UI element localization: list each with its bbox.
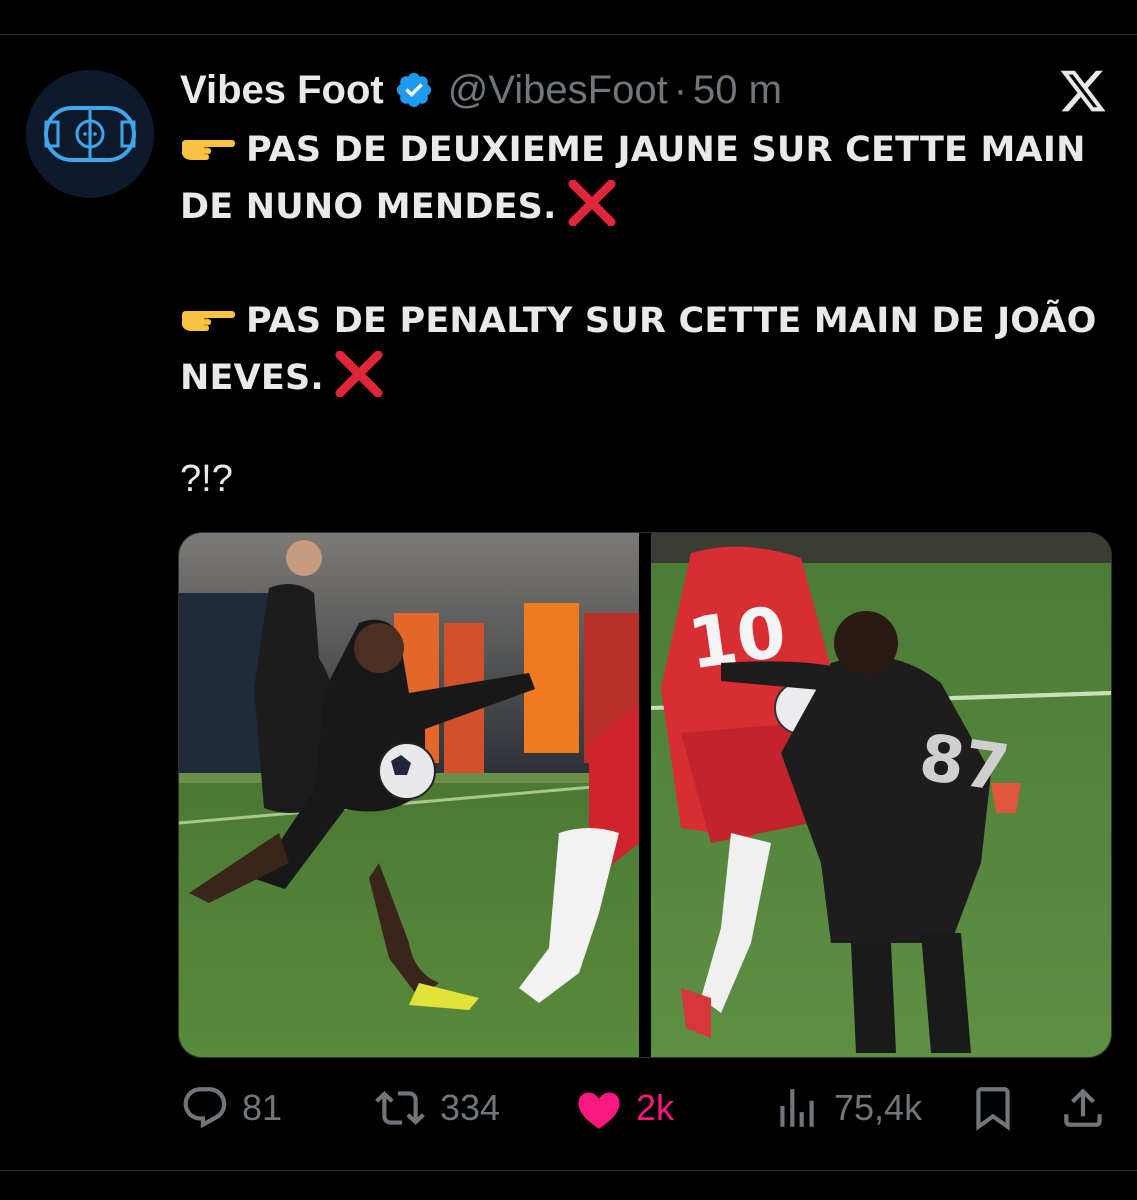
reply-button[interactable]: 81 (180, 1080, 282, 1136)
heart-filled-icon (578, 1092, 620, 1129)
like-button[interactable]: 2k (574, 1080, 674, 1136)
action-bar: 81 334 2k 75,4k (0, 1080, 1137, 1136)
display-name[interactable]: Vibes Foot (180, 68, 384, 113)
bookmark-icon (976, 1087, 1010, 1131)
views-count: 75,4k (834, 1087, 923, 1128)
cross-mark-icon (568, 180, 616, 226)
top-divider (0, 34, 1137, 35)
views-chart-icon (780, 1089, 814, 1127)
paragraph-1-text: PAS DE DEUXIEME JAUNE SUR CETTE MAIN DE … (180, 130, 1086, 227)
repost-icon (375, 1091, 425, 1125)
separator-dot: · (673, 67, 688, 112)
reply-icon (183, 1087, 227, 1129)
views-button[interactable]: 75,4k (772, 1080, 922, 1136)
tweet-paragraph-2: PAS DE PENALTY SUR CETTE MAIN DE JOÃO NE… (180, 293, 1110, 407)
tweet-header: Vibes Foot @VibesFoot · 50 m (180, 66, 782, 114)
stadium-logo-icon (44, 106, 136, 162)
tweet-closing: ?!? (180, 458, 233, 500)
timestamp[interactable]: 50 m (693, 68, 782, 113)
pointing-hand-icon (182, 311, 235, 331)
cross-mark-icon (335, 351, 383, 397)
verified-badge-icon (394, 70, 434, 110)
share-button[interactable] (1058, 1080, 1120, 1136)
media-photo-2[interactable]: 10 87 (651, 533, 1111, 1057)
media-photo-1[interactable] (179, 533, 639, 1057)
tweet-text: PAS DE DEUXIEME JAUNE SUR CETTE MAIN DE … (180, 122, 1110, 407)
repost-count: 334 (440, 1087, 501, 1128)
x-logo-icon[interactable] (1058, 66, 1108, 116)
handle[interactable]: @VibesFoot (448, 68, 668, 113)
bookmark-button[interactable] (968, 1080, 1030, 1136)
reply-count: 81 (242, 1087, 283, 1128)
paragraph-2-text: PAS DE PENALTY SUR CETTE MAIN DE JOÃO NE… (180, 301, 1097, 398)
share-upload-icon (1064, 1088, 1102, 1127)
tweet-paragraph-1: PAS DE DEUXIEME JAUNE SUR CETTE MAIN DE … (180, 122, 1110, 236)
like-count: 2k (636, 1087, 675, 1128)
repost-button[interactable]: 334 (372, 1080, 500, 1136)
bottom-divider (0, 1170, 1137, 1171)
media-grid: 10 87 (178, 532, 1112, 1058)
avatar[interactable] (26, 70, 154, 198)
pointing-hand-icon (182, 140, 235, 160)
